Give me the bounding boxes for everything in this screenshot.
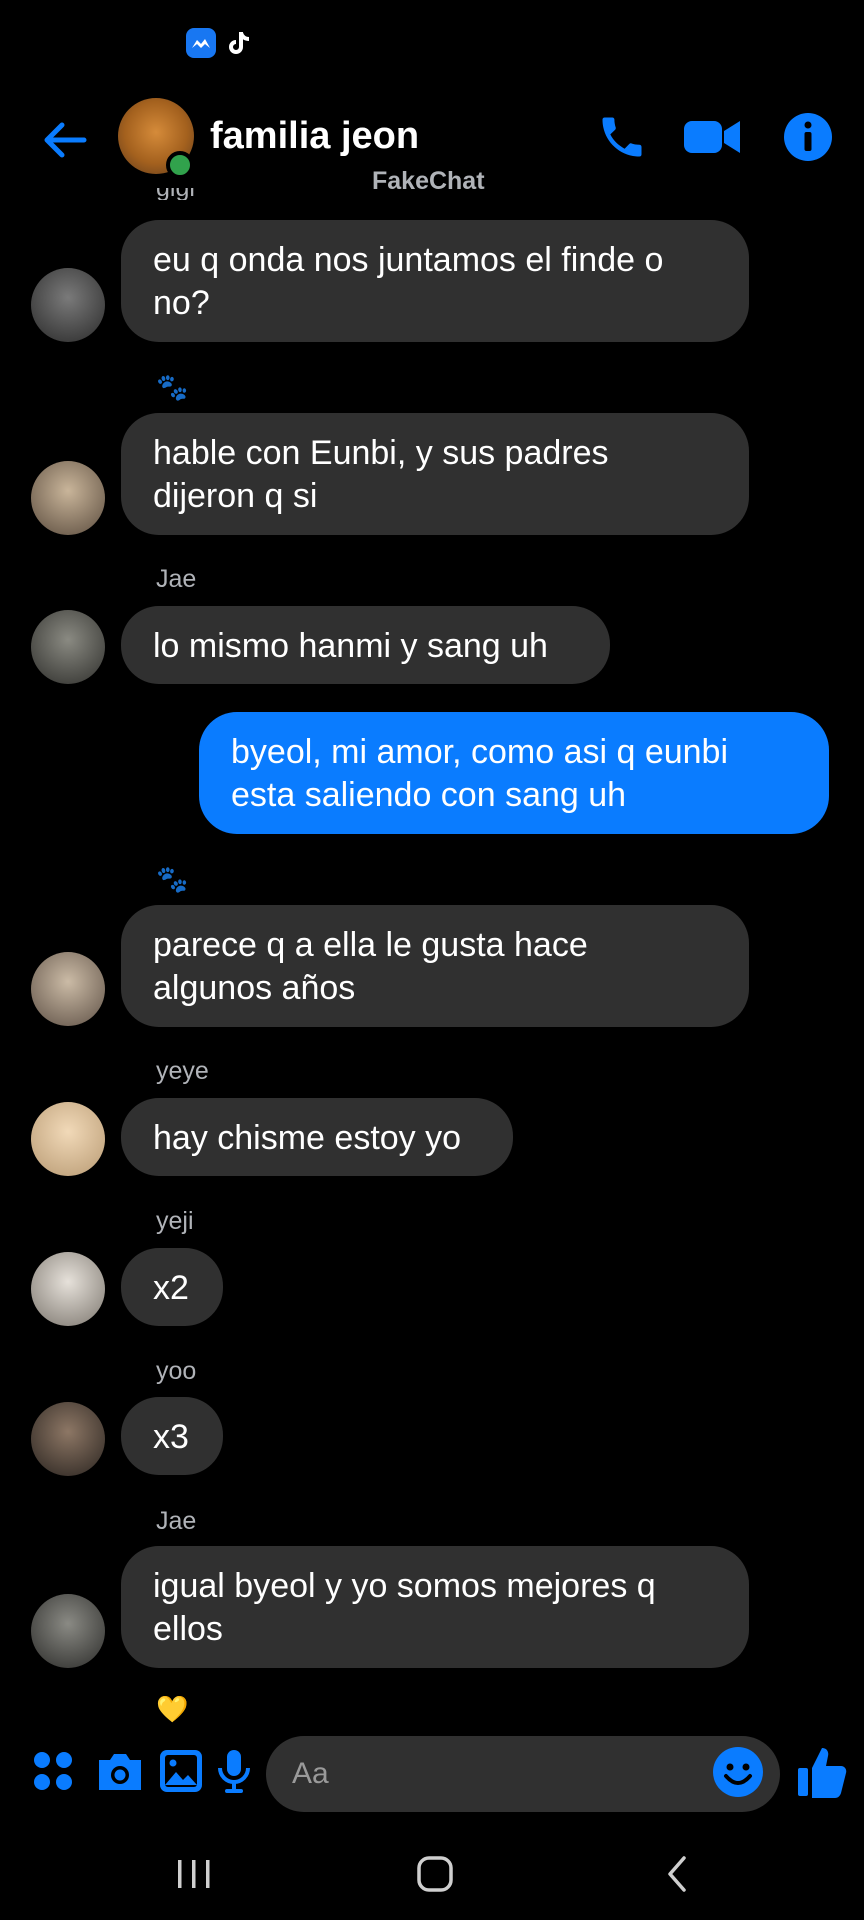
avatar-7[interactable] [31,1402,105,1476]
avatar-2[interactable] [31,461,105,535]
avatar-4[interactable] [31,952,105,1026]
nav-back-icon[interactable] [656,1852,700,1896]
sender-name: yeye [156,1057,209,1085]
my-message-bubble[interactable]: byeol, mi amor, como asi q eunbi esta sa… [199,712,829,834]
cut-sender-label: gigi [156,188,195,200]
paw-reaction-icon: 🐾 [156,864,189,894]
message-bubble[interactable]: lo mismo hanmi y sang uh [121,606,610,684]
emoji-icon[interactable] [712,1746,764,1798]
info-icon[interactable] [782,111,834,163]
phone-icon[interactable] [596,111,648,163]
message-bubble[interactable]: eu q onda nos juntamos el finde o no? [121,220,749,342]
chat-header: familia jeon FakeChat [0,95,864,195]
avatar-5[interactable] [31,1102,105,1176]
sender-name: Jae [156,1507,197,1535]
message-bubble[interactable]: igual byeol y yo somos mejores q ellos [121,1546,749,1668]
message-input[interactable]: Aa [266,1736,780,1812]
back-arrow-icon[interactable] [40,115,90,165]
camera-icon[interactable] [95,1748,141,1794]
thumbs-up-icon[interactable] [796,1744,848,1800]
sender-name: yoo [156,1357,197,1385]
avatar-1[interactable] [31,268,105,342]
message-bubble[interactable]: hable con Eunbi, y sus padres dijeron q … [121,413,749,535]
message-bubble[interactable]: parece q a ella le gusta hace algunos añ… [121,905,749,1027]
status-bar [0,0,864,80]
avatar-3[interactable] [31,610,105,684]
recent-apps-icon[interactable] [172,1852,216,1896]
message-bubble[interactable]: x2 [121,1248,223,1326]
message-composer: Aa [0,1728,864,1816]
heart-reaction-icon: 💛 [156,1694,189,1724]
apps-icon[interactable] [30,1748,76,1794]
paw-reaction-icon: 🐾 [156,372,189,402]
conversation-title[interactable]: familia jeon [210,115,419,158]
avatar-8[interactable] [31,1594,105,1668]
tiktok-notification-icon [224,28,254,58]
online-indicator [166,151,194,179]
microphone-icon[interactable] [216,1748,262,1794]
home-icon[interactable] [413,1852,457,1896]
sender-name: Jae [156,565,197,593]
avatar-6[interactable] [31,1252,105,1326]
messenger-notification-icon [186,28,216,58]
video-camera-icon[interactable] [682,111,742,163]
gallery-icon[interactable] [158,1748,204,1794]
system-navigation-bar [0,1830,864,1920]
watermark-label: FakeChat [372,167,485,195]
message-bubble[interactable]: hay chisme estoy yo [121,1098,513,1176]
sender-name: yeji [156,1207,194,1235]
message-bubble[interactable]: x3 [121,1397,223,1475]
